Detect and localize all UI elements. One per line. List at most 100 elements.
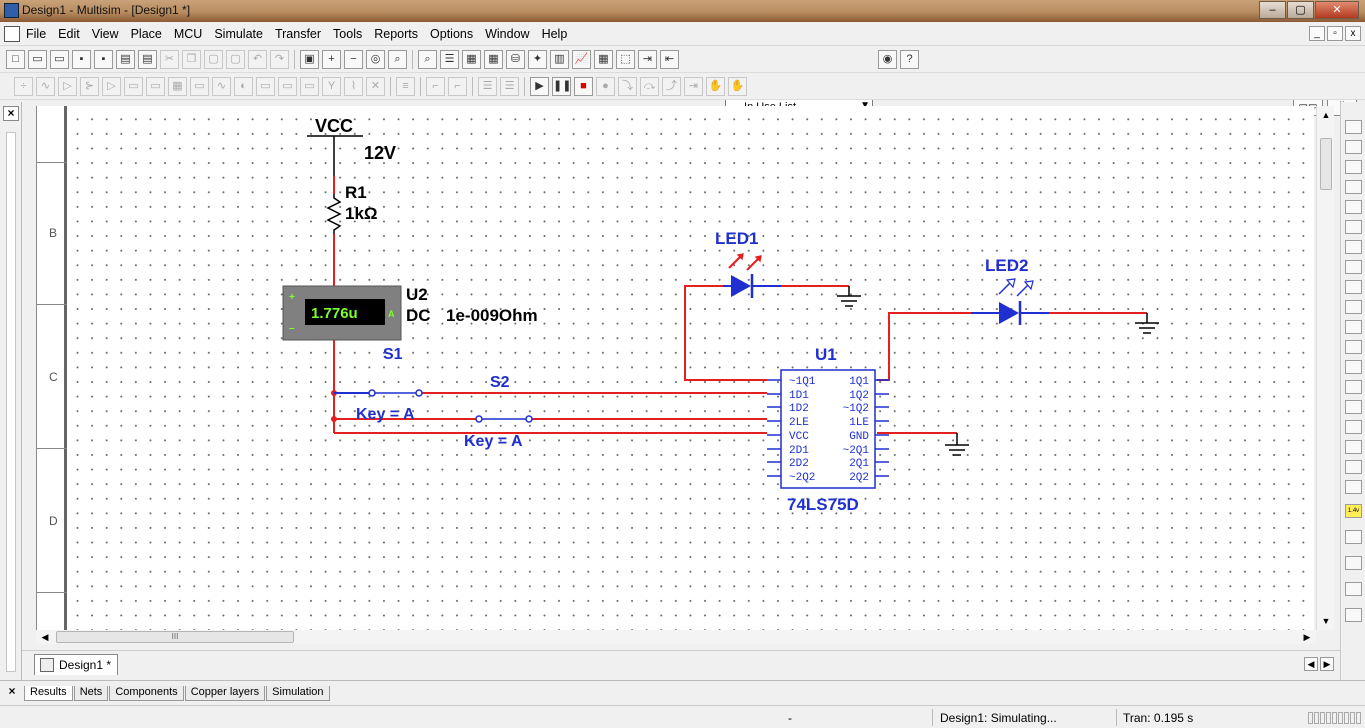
step-into-icon[interactable]: ⤵ <box>618 77 637 96</box>
indicator-icon[interactable]: ◐ <box>234 77 253 96</box>
undo-icon[interactable]: ↶ <box>248 50 267 69</box>
remove-breakpoints-icon[interactable]: ✋ <box>728 77 747 96</box>
multisim-app-icon[interactable] <box>4 3 19 18</box>
u2-ammeter[interactable]: 1.776u + – A <box>282 285 402 341</box>
mcu-icon[interactable]: ▦ <box>168 77 187 96</box>
advanced-peripherals-icon[interactable]: ▭ <box>300 77 319 96</box>
menu-file[interactable]: File <box>26 27 46 41</box>
scroll-down-icon[interactable]: ▼ <box>1319 614 1333 628</box>
new-icon[interactable]: □ <box>6 50 25 69</box>
menu-help[interactable]: Help <box>542 27 568 41</box>
design-toolbox-scroll[interactable] <box>6 132 16 672</box>
stop-icon[interactable]: ■ <box>574 77 593 96</box>
close-button[interactable]: ✕ <box>1315 1 1359 19</box>
schematic-canvas[interactable]: B C D VCC 12V R1 1kΩ 1.776u + – A U2 DC … <box>36 106 1314 630</box>
analog-icon[interactable]: ▷ <box>102 77 121 96</box>
delete-icon[interactable]: ▢ <box>226 50 245 69</box>
led2[interactable] <box>971 278 1049 325</box>
backannotate-icon[interactable]: ⇤ <box>660 50 679 69</box>
elvis-icon[interactable] <box>1345 556 1362 570</box>
menu-edit[interactable]: Edit <box>58 27 80 41</box>
zoom-in-icon[interactable]: + <box>322 50 341 69</box>
tab-copper-layers[interactable]: Copper layers <box>184 686 266 701</box>
current-clamp-icon[interactable] <box>1345 608 1362 622</box>
basic-icon[interactable]: ∿ <box>36 77 55 96</box>
design-toolbox-icon[interactable]: ☰ <box>440 50 459 69</box>
cut-icon[interactable]: ✂ <box>160 50 179 69</box>
transistor-icon[interactable]: ⊱ <box>80 77 99 96</box>
agilent-oscilloscope-icon[interactable] <box>1345 440 1362 454</box>
redo-icon[interactable]: ↷ <box>270 50 289 69</box>
mixed-icon[interactable]: ∿ <box>212 77 231 96</box>
zoom-out-icon[interactable]: − <box>344 50 363 69</box>
cmos-icon[interactable]: ▭ <box>146 77 165 96</box>
copy-icon[interactable]: ❐ <box>182 50 201 69</box>
step-out-icon[interactable]: ⤴ <box>662 77 681 96</box>
component-wizard-icon[interactable]: ✦ <box>528 50 547 69</box>
print-preview-icon[interactable]: ▤ <box>138 50 157 69</box>
scroll-right-icon[interactable]: ▶ <box>1300 630 1314 644</box>
menu-window[interactable]: Window <box>485 27 529 41</box>
hierarchical-icon[interactable]: ≡ <box>396 77 415 96</box>
transfer-icon[interactable]: ⇥ <box>638 50 657 69</box>
frequency-counter-icon[interactable] <box>1345 240 1362 254</box>
horizontal-scrollbar[interactable]: ◀ III ▶ <box>36 630 1316 644</box>
zoom-area-icon[interactable]: ◎ <box>366 50 385 69</box>
r1-resistor[interactable] <box>326 194 342 234</box>
vertical-scrollbar[interactable]: ▲ ▼ <box>1316 106 1334 630</box>
s1-switch[interactable] <box>334 389 423 397</box>
doc-minimize-button[interactable]: _ <box>1309 26 1325 41</box>
doc-close-button[interactable]: x <box>1345 26 1361 41</box>
oscilloscope-icon[interactable] <box>1345 180 1362 194</box>
maximize-button[interactable]: ▢ <box>1287 1 1314 19</box>
save-all-icon[interactable]: ▪ <box>94 50 113 69</box>
iv-analyzer-icon[interactable] <box>1345 320 1362 334</box>
u1-74ls75d[interactable]: ~1Q1 1D1 1D2 2LE VCC 2D1 2D2 ~2Q2 1Q1 1Q… <box>767 369 889 489</box>
scroll-up-icon[interactable]: ▲ <box>1319 108 1333 122</box>
step-over-icon[interactable]: ⤼ <box>640 77 659 96</box>
spreadsheet-icon[interactable]: ▦ <box>484 50 503 69</box>
region-icon[interactable]: ⬚ <box>616 50 635 69</box>
tab-components[interactable]: Components <box>109 686 184 701</box>
network-analyzer-icon[interactable] <box>1345 380 1362 394</box>
logic-converter-icon[interactable] <box>1345 280 1362 294</box>
logic-analyzer-icon[interactable] <box>1345 300 1362 314</box>
s2-switch[interactable] <box>475 415 533 423</box>
source-icon[interactable]: ÷ <box>14 77 33 96</box>
schematic-drawing[interactable]: VCC 12V R1 1kΩ 1.776u + – A U2 DC 1e-009… <box>37 106 1314 630</box>
tab-simulation[interactable]: Simulation <box>266 686 330 701</box>
multimeter-icon[interactable] <box>1345 120 1362 134</box>
grapher-icon[interactable]: 📈 <box>572 50 591 69</box>
search-icon[interactable]: ⌕ <box>418 50 437 69</box>
tektronix-oscilloscope-icon[interactable] <box>1345 460 1362 474</box>
agilent-multimeter-icon[interactable] <box>1345 420 1362 434</box>
align-right-icon[interactable]: ☰ <box>500 77 519 96</box>
tab-design1[interactable]: Design1 * <box>34 654 119 675</box>
save-icon[interactable]: ▪ <box>72 50 91 69</box>
pause-at-next-icon[interactable]: ● <box>596 77 615 96</box>
agilent-generator-icon[interactable] <box>1345 400 1362 414</box>
print-icon[interactable]: ▤ <box>116 50 135 69</box>
tab-results[interactable]: Results <box>24 686 73 701</box>
distortion-analyzer-icon[interactable] <box>1345 340 1362 354</box>
run-icon[interactable]: ▶ <box>530 77 549 96</box>
vertical-scroll-thumb[interactable] <box>1320 138 1332 190</box>
bode-plotter-icon[interactable] <box>1345 220 1362 234</box>
menu-options[interactable]: Options <box>430 27 473 41</box>
globe-icon[interactable]: ◉ <box>878 50 897 69</box>
spreadsheet-view-icon[interactable]: ▦ <box>462 50 481 69</box>
toggle-breakpoint-icon[interactable]: ✋ <box>706 77 725 96</box>
doc-restore-button[interactable]: ▫ <box>1327 26 1343 41</box>
close-icon[interactable]: × <box>3 106 19 121</box>
measurement-probe-icon[interactable]: 1.4v <box>1345 504 1362 518</box>
minimize-button[interactable]: – <box>1259 1 1286 19</box>
misc-digital-icon[interactable]: ▭ <box>190 77 209 96</box>
wattmeter-icon[interactable] <box>1345 160 1362 174</box>
function-generator-icon[interactable] <box>1345 140 1362 154</box>
erc-icon[interactable]: ▦ <box>594 50 613 69</box>
database-icon[interactable]: ⛁ <box>506 50 525 69</box>
menu-place[interactable]: Place <box>131 27 162 41</box>
ttl-icon[interactable]: ▭ <box>124 77 143 96</box>
rf-icon[interactable]: Y <box>322 77 341 96</box>
electromechanical-icon[interactable]: ⌇ <box>344 77 363 96</box>
